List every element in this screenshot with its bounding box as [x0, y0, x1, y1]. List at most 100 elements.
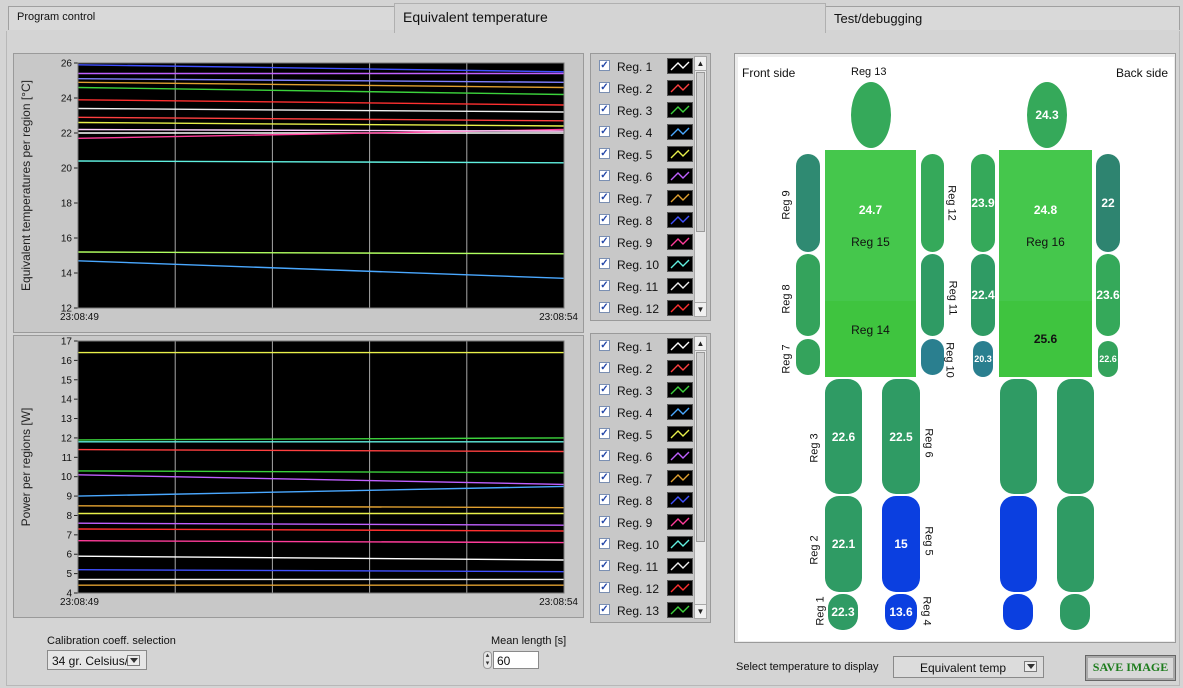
legend-item[interactable]: ✓ Reg. 7 [593, 188, 694, 208]
legend-checkbox[interactable]: ✓ [599, 472, 610, 483]
legend-checkbox[interactable]: ✓ [599, 428, 610, 439]
legend-checkbox[interactable]: ✓ [599, 494, 610, 505]
chevron-down-icon[interactable] [1024, 661, 1037, 672]
legend-swatch-icon[interactable] [667, 536, 693, 552]
legend-swatch-icon[interactable] [667, 190, 693, 206]
legend-checkbox[interactable]: ✓ [599, 280, 610, 291]
legend-swatch-icon[interactable] [667, 278, 693, 294]
legend-item[interactable]: ✓ Reg. 11 [593, 276, 694, 296]
legend-item[interactable]: ✓ Reg. 4 [593, 402, 694, 422]
legend-swatch-icon[interactable] [667, 58, 693, 74]
tab-program-control[interactable]: Program control [8, 6, 395, 30]
legend-item[interactable]: ✓ Reg. 1 [593, 336, 694, 356]
legend-item[interactable]: ✓ Reg. 7 [593, 468, 694, 488]
legend-item[interactable]: ✓ Reg. 2 [593, 78, 694, 98]
legend-swatch-icon[interactable] [667, 602, 693, 618]
legend-checkbox[interactable]: ✓ [599, 258, 610, 269]
legend-checkbox[interactable]: ✓ [599, 170, 610, 181]
legend-item[interactable]: ✓ Reg. 12 [593, 298, 694, 318]
legend-checkbox[interactable]: ✓ [599, 582, 610, 593]
legend-item[interactable]: ✓ Reg. 12 [593, 578, 694, 598]
legend-checkbox[interactable]: ✓ [599, 406, 610, 417]
scroll-thumb[interactable] [696, 72, 705, 232]
y-axis-label: Equivalent temperatures per region [°C] [19, 80, 33, 291]
legend-checkbox[interactable]: ✓ [599, 538, 610, 549]
legend-item[interactable]: ✓ Reg. 8 [593, 490, 694, 510]
legend-swatch-icon[interactable] [667, 580, 693, 596]
legend-checkbox[interactable]: ✓ [599, 302, 610, 313]
scroll-up-icon[interactable]: ▲ [695, 337, 706, 351]
power-legend: ▲ ▼ ✓ Reg. 1 ✓ Reg. 2 ✓ Reg. 3 ✓ Reg. 4 ✓ Reg. 5 ✓… [590, 333, 711, 623]
tab-equivalent-temperature[interactable]: Equivalent temperature [394, 3, 826, 33]
save-image-button[interactable]: SAVE IMAGE [1085, 655, 1176, 681]
legend-swatch-icon[interactable] [667, 448, 693, 464]
scroll-down-icon[interactable]: ▼ [695, 302, 706, 316]
legend-item[interactable]: ✓ Reg. 13 [593, 600, 694, 620]
legend-item[interactable]: ✓ Reg. 3 [593, 100, 694, 120]
legend-swatch-icon[interactable] [667, 212, 693, 228]
scroll-down-icon[interactable]: ▼ [695, 604, 706, 618]
legend-item[interactable]: ✓ Reg. 5 [593, 424, 694, 444]
mean-length-input[interactable]: 60 [493, 651, 539, 669]
scroll-up-icon[interactable]: ▲ [695, 57, 706, 71]
legend-checkbox[interactable]: ✓ [599, 148, 610, 159]
mean-length-stepper[interactable]: ▴ ▾ [483, 651, 492, 669]
y-tick-label: 8 [66, 511, 72, 522]
scroll-thumb[interactable] [696, 352, 705, 542]
legend-item[interactable]: ✓ Reg. 10 [593, 254, 694, 274]
legend-item[interactable]: ✓ Reg. 11 [593, 556, 694, 576]
legend-swatch-icon[interactable] [667, 338, 693, 354]
legend-label: Reg. 8 [617, 214, 653, 228]
legend-item[interactable]: ✓ Reg. 6 [593, 446, 694, 466]
legend-swatch-icon[interactable] [667, 382, 693, 398]
legend-checkbox[interactable]: ✓ [599, 236, 610, 247]
calibration-select[interactable]: 34 gr. Celsius/ [47, 650, 147, 670]
legend-checkbox[interactable]: ✓ [599, 362, 610, 373]
legend-item[interactable]: ✓ Reg. 8 [593, 210, 694, 230]
legend-swatch-icon[interactable] [667, 492, 693, 508]
legend-item[interactable]: ✓ Reg. 1 [593, 56, 694, 76]
legend-swatch-icon[interactable] [667, 514, 693, 530]
legend-swatch-icon[interactable] [667, 470, 693, 486]
legend-item[interactable]: ✓ Reg. 9 [593, 512, 694, 532]
legend-swatch-icon[interactable] [667, 426, 693, 442]
legend-checkbox[interactable]: ✓ [599, 104, 610, 115]
legend-swatch-icon[interactable] [667, 256, 693, 272]
legend-swatch-icon[interactable] [667, 80, 693, 96]
legend-checkbox[interactable]: ✓ [599, 60, 610, 71]
legend-checkbox[interactable]: ✓ [599, 450, 610, 461]
legend-checkbox[interactable]: ✓ [599, 214, 610, 225]
legend-item[interactable]: ✓ Reg. 4 [593, 122, 694, 142]
legend-item[interactable]: ✓ Reg. 6 [593, 166, 694, 186]
legend-swatch-icon[interactable] [667, 168, 693, 184]
legend-item[interactable]: ✓ Reg. 2 [593, 358, 694, 378]
legend-swatch-icon[interactable] [667, 234, 693, 250]
legend-swatch-icon[interactable] [667, 360, 693, 376]
legend-scrollbar[interactable]: ▲ ▼ [694, 56, 707, 317]
legend-checkbox[interactable]: ✓ [599, 192, 610, 203]
legend-item[interactable]: ✓ Reg. 9 [593, 232, 694, 252]
legend-swatch-icon[interactable] [667, 300, 693, 316]
legend-item[interactable]: ✓ Reg. 3 [593, 380, 694, 400]
legend-swatch-icon[interactable] [667, 404, 693, 420]
legend-scrollbar[interactable]: ▲ ▼ [694, 336, 707, 619]
power-graph[interactable]: 4 5 6 7 8 9 10 11 12 13 14 15 16 17 23:08:49 23:08:54 Po… [13, 335, 584, 618]
legend-checkbox[interactable]: ✓ [599, 604, 610, 615]
legend-checkbox[interactable]: ✓ [599, 560, 610, 571]
legend-swatch-icon[interactable] [667, 102, 693, 118]
temperature-display-select[interactable]: Equivalent temp [893, 656, 1044, 678]
legend-checkbox[interactable]: ✓ [599, 82, 610, 93]
legend-checkbox[interactable]: ✓ [599, 516, 610, 527]
legend-swatch-icon[interactable] [667, 124, 693, 140]
legend-item[interactable]: ✓ Reg. 10 [593, 534, 694, 554]
legend-checkbox[interactable]: ✓ [599, 126, 610, 137]
legend-checkbox[interactable]: ✓ [599, 384, 610, 395]
legend-checkbox[interactable]: ✓ [599, 340, 610, 351]
temperature-graph[interactable]: 12 14 16 18 20 22 24 26 23:08:49 23:08:54 Equivale… [13, 53, 584, 333]
legend-swatch-icon[interactable] [667, 146, 693, 162]
legend-swatch-icon[interactable] [667, 558, 693, 574]
reg14-label: Reg 14 [851, 323, 890, 337]
chevron-down-icon[interactable] [127, 655, 140, 666]
tab-test-debugging[interactable]: Test/debugging [825, 6, 1180, 30]
legend-item[interactable]: ✓ Reg. 5 [593, 144, 694, 164]
